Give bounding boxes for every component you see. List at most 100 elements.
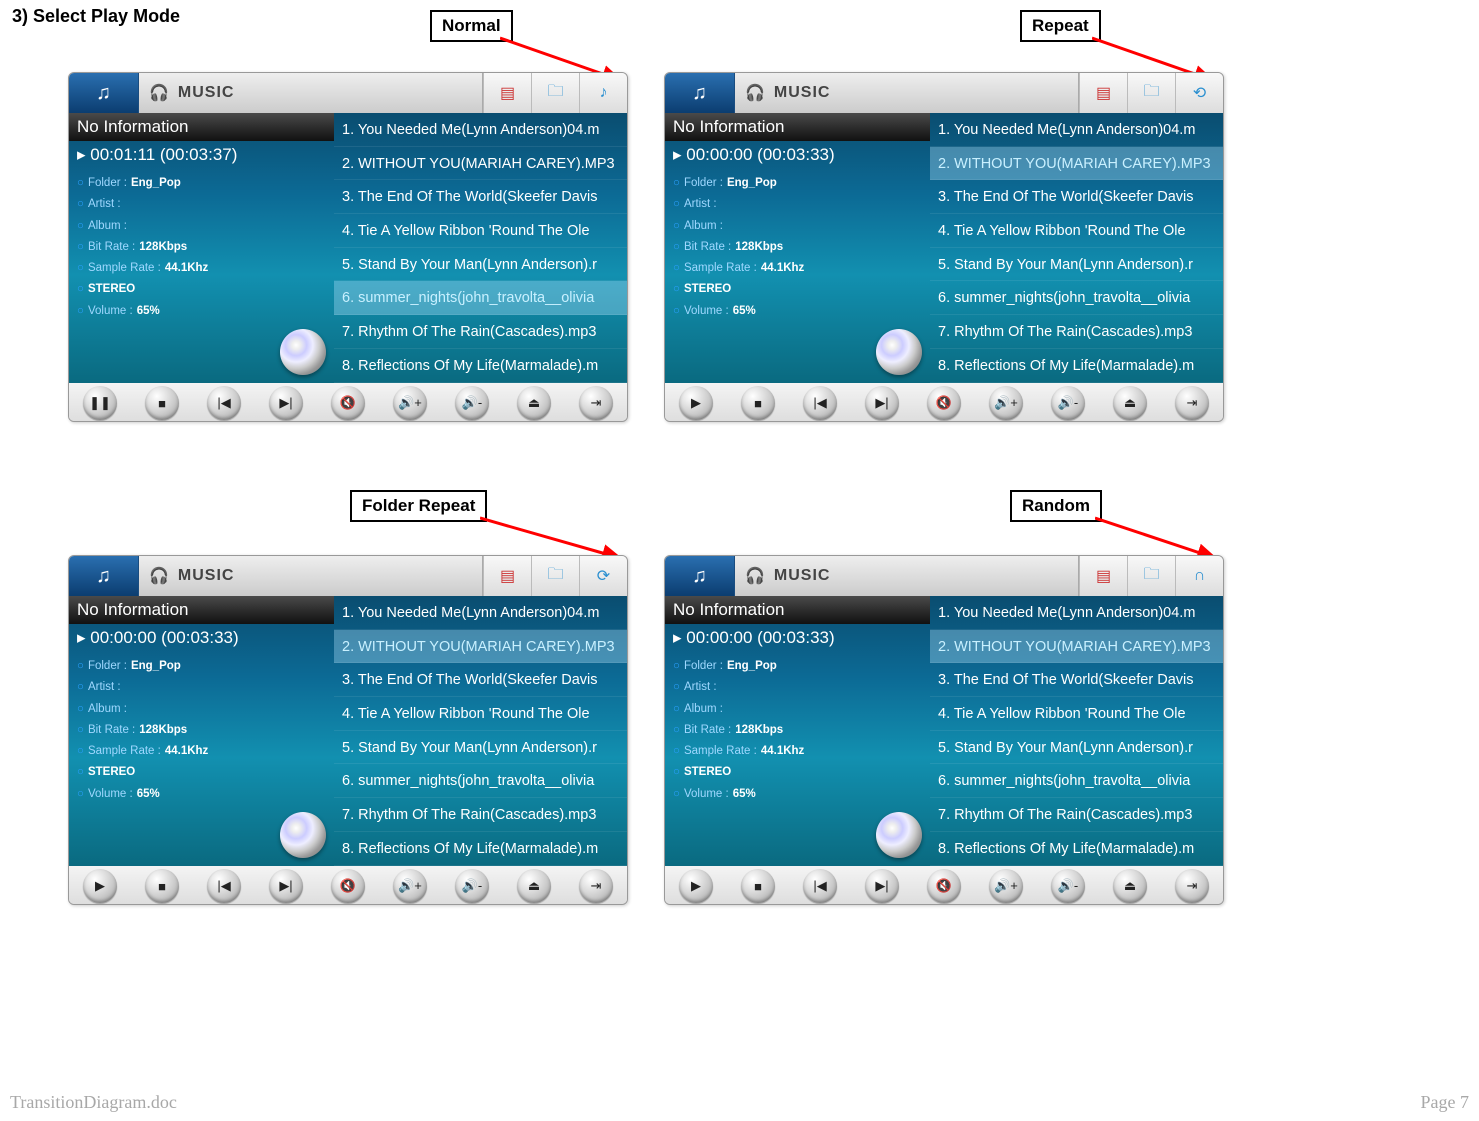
folder-button[interactable]: 🗀 — [1127, 556, 1175, 596]
play-mode-button[interactable]: ∩ — [1175, 556, 1223, 596]
mute-button[interactable]: 🔇 — [331, 869, 365, 903]
track-title: No Information — [665, 596, 930, 624]
playlist-item[interactable]: 7. Rhythm Of The Rain(Cascades).mp3 — [334, 798, 627, 832]
playlist-item[interactable]: 6. summer_nights(john_travolta__olivia — [930, 764, 1223, 798]
music-label: MUSIC — [774, 567, 831, 585]
exit-button[interactable]: ⇥ — [1175, 869, 1209, 903]
folder-button[interactable]: 🗀 — [531, 73, 579, 113]
playlist-item[interactable]: 5. Stand By Your Man(Lynn Anderson).r — [930, 731, 1223, 765]
playlist-item[interactable]: 3. The End Of The World(Skeefer Davis — [334, 663, 627, 697]
vol-down-button[interactable]: 🔊- — [1051, 869, 1085, 903]
playlist-item[interactable]: 5. Stand By Your Man(Lynn Anderson).r — [334, 731, 627, 765]
play-pause-button[interactable]: ❚❚ — [83, 386, 117, 420]
playlist-item[interactable]: 4. Tie A Yellow Ribbon 'Round The Ole — [334, 214, 627, 248]
playlist-item[interactable]: 8. Reflections Of My Life(Marmalade).m — [334, 832, 627, 866]
music-tab[interactable]: 🎧 MUSIC — [139, 556, 483, 596]
mute-button[interactable]: 🔇 — [927, 869, 961, 903]
playlist-item[interactable]: 2. WITHOUT YOU(MARIAH CAREY).MP3 — [930, 630, 1223, 664]
playlist-item[interactable]: 7. Rhythm Of The Rain(Cascades).mp3 — [334, 315, 627, 349]
play-pause-button[interactable]: ▶ — [679, 869, 713, 903]
vol-up-button[interactable]: 🔊+ — [393, 869, 427, 903]
time-display: ▸ 00:00:00 (00:03:33) — [69, 624, 334, 654]
stop-button[interactable]: ■ — [145, 386, 179, 420]
playlist-item[interactable]: 4. Tie A Yellow Ribbon 'Round The Ole — [334, 697, 627, 731]
prev-button[interactable]: |◀ — [207, 386, 241, 420]
music-tab[interactable]: 🎧 MUSIC — [139, 73, 483, 113]
playlist-item[interactable]: 8. Reflections Of My Life(Marmalade).m — [930, 832, 1223, 866]
playlist-item[interactable]: 7. Rhythm Of The Rain(Cascades).mp3 — [930, 315, 1223, 349]
playlist-item[interactable]: 5. Stand By Your Man(Lynn Anderson).r — [334, 248, 627, 282]
prev-button[interactable]: |◀ — [803, 386, 837, 420]
sd-card-button[interactable]: ▤ — [1079, 556, 1127, 596]
prev-button[interactable]: |◀ — [803, 869, 837, 903]
vol-down-button[interactable]: 🔊- — [455, 869, 489, 903]
vol-down-button[interactable]: 🔊- — [455, 386, 489, 420]
playlist-item[interactable]: 1. You Needed Me(Lynn Anderson)04.m — [930, 596, 1223, 630]
sd-card-button[interactable]: ▤ — [1079, 73, 1127, 113]
transport-controls: ▶ ■ |◀ ▶| 🔇 🔊+ 🔊- ⏏ ⇥ — [665, 866, 1223, 905]
playlist-item[interactable]: 7. Rhythm Of The Rain(Cascades).mp3 — [930, 798, 1223, 832]
play-mode-button[interactable]: ⟳ — [579, 556, 627, 596]
stereo-label: STEREO — [88, 279, 135, 300]
play-mode-button[interactable]: ⟲ — [1175, 73, 1223, 113]
stop-button[interactable]: ■ — [145, 869, 179, 903]
playlist-item[interactable]: 2. WITHOUT YOU(MARIAH CAREY).MP3 — [334, 147, 627, 181]
playlist-item[interactable]: 6. summer_nights(john_travolta__olivia — [334, 764, 627, 798]
cd-icon — [876, 329, 922, 375]
sd-card-button[interactable]: ▤ — [483, 556, 531, 596]
music-player: ♫ 🎧 MUSIC ▤ 🗀 ⟳ No Information ▸ 00:00:0… — [68, 555, 628, 905]
playlist-item[interactable]: 6. summer_nights(john_travolta__olivia — [334, 281, 627, 315]
cd-icon — [280, 812, 326, 858]
next-button[interactable]: ▶| — [269, 869, 303, 903]
transport-controls: ▶ ■ |◀ ▶| 🔇 🔊+ 🔊- ⏏ ⇥ — [69, 866, 627, 905]
playlist-item[interactable]: 3. The End Of The World(Skeefer Davis — [930, 663, 1223, 697]
playlist-item[interactable]: 6. summer_nights(john_travolta__olivia — [930, 281, 1223, 315]
eject-button[interactable]: ⏏ — [1113, 386, 1147, 420]
playlist-item[interactable]: 2. WITHOUT YOU(MARIAH CAREY).MP3 — [930, 147, 1223, 181]
play-pause-button[interactable]: ▶ — [679, 386, 713, 420]
next-button[interactable]: ▶| — [865, 869, 899, 903]
vol-up-button[interactable]: 🔊+ — [989, 869, 1023, 903]
playlist-item[interactable]: 8. Reflections Of My Life(Marmalade).m — [930, 349, 1223, 383]
playlist-item[interactable]: 1. You Needed Me(Lynn Anderson)04.m — [334, 596, 627, 630]
app-logo-icon: ♫ — [665, 73, 735, 113]
playlist-item[interactable]: 3. The End Of The World(Skeefer Davis — [930, 180, 1223, 214]
playlist-item[interactable]: 8. Reflections Of My Life(Marmalade).m — [334, 349, 627, 383]
prev-button[interactable]: |◀ — [207, 869, 241, 903]
callout-folder-repeat: Folder Repeat — [350, 490, 487, 522]
eject-button[interactable]: ⏏ — [517, 869, 551, 903]
playlist-item[interactable]: 1. You Needed Me(Lynn Anderson)04.m — [930, 113, 1223, 147]
stop-button[interactable]: ■ — [741, 869, 775, 903]
next-button[interactable]: ▶| — [865, 386, 899, 420]
vol-up-button[interactable]: 🔊+ — [393, 386, 427, 420]
time-display: ▸ 00:00:00 (00:03:33) — [665, 624, 930, 654]
cd-icon — [876, 812, 922, 858]
now-playing-panel: No Information ▸ 00:00:00 (00:03:33) ○Fo… — [665, 113, 930, 383]
exit-button[interactable]: ⇥ — [1175, 386, 1209, 420]
playlist-item[interactable]: 4. Tie A Yellow Ribbon 'Round The Ole — [930, 214, 1223, 248]
playlist-item[interactable]: 5. Stand By Your Man(Lynn Anderson).r — [930, 248, 1223, 282]
sd-card-button[interactable]: ▤ — [483, 73, 531, 113]
stop-button[interactable]: ■ — [741, 386, 775, 420]
eject-button[interactable]: ⏏ — [1113, 869, 1147, 903]
folder-button[interactable]: 🗀 — [531, 556, 579, 596]
play-pause-button[interactable]: ▶ — [83, 869, 117, 903]
music-tab[interactable]: 🎧 MUSIC — [735, 73, 1079, 113]
folder-button[interactable]: 🗀 — [1127, 73, 1175, 113]
exit-button[interactable]: ⇥ — [579, 869, 613, 903]
exit-button[interactable]: ⇥ — [579, 386, 613, 420]
playlist-item[interactable]: 2. WITHOUT YOU(MARIAH CAREY).MP3 — [334, 630, 627, 664]
playlist-item[interactable]: 3. The End Of The World(Skeefer Davis — [334, 180, 627, 214]
vol-up-button[interactable]: 🔊+ — [989, 386, 1023, 420]
play-mode-button[interactable]: ♪ — [579, 73, 627, 113]
mute-button[interactable]: 🔇 — [331, 386, 365, 420]
app-logo-icon: ♫ — [69, 73, 139, 113]
music-tab[interactable]: 🎧 MUSIC — [735, 556, 1079, 596]
vol-down-button[interactable]: 🔊- — [1051, 386, 1085, 420]
next-button[interactable]: ▶| — [269, 386, 303, 420]
eject-button[interactable]: ⏏ — [517, 386, 551, 420]
playlist-item[interactable]: 4. Tie A Yellow Ribbon 'Round The Ole — [930, 697, 1223, 731]
stereo-label: STEREO — [684, 279, 731, 300]
playlist-item[interactable]: 1. You Needed Me(Lynn Anderson)04.m — [334, 113, 627, 147]
mute-button[interactable]: 🔇 — [927, 386, 961, 420]
